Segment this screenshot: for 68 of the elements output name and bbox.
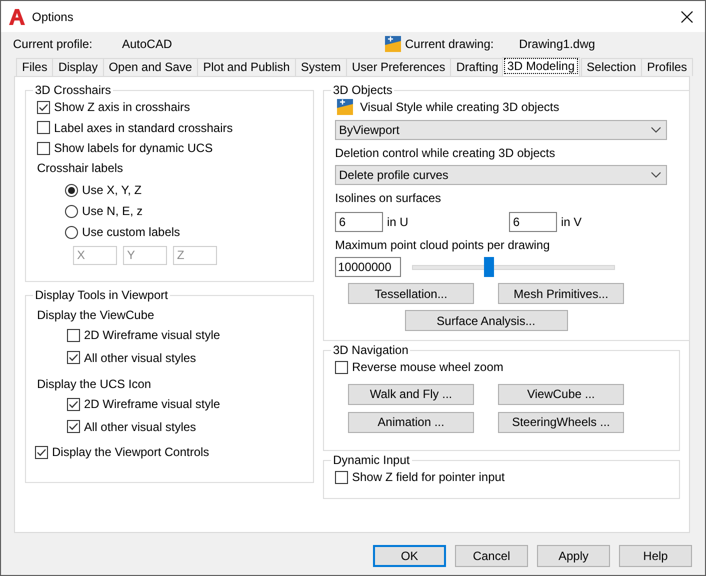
visual-style-icon <box>337 99 353 115</box>
dialog-button[interactable]: Apply <box>537 545 610 567</box>
checkmark-icon <box>68 421 79 432</box>
dropdown[interactable]: Delete profile curves <box>335 165 667 185</box>
section-heading: Crosshair labels <box>37 160 124 176</box>
checkbox[interactable]: All other visual styles <box>67 348 307 368</box>
profile-name: AutoCAD <box>122 37 174 51</box>
app-logo-icon <box>9 8 25 24</box>
checkbox[interactable]: Show Z axis in crosshairs <box>37 97 307 118</box>
chevron-down-icon <box>651 172 661 178</box>
tab[interactable]: Selection <box>580 58 642 76</box>
dialog-button[interactable]: Cancel <box>455 545 528 567</box>
checkmark-icon <box>68 398 79 410</box>
tab[interactable]: Files <box>16 58 54 76</box>
section-heading: Display the ViewCube <box>37 306 156 324</box>
dialog-button[interactable]: Mesh Primitives... <box>498 283 624 304</box>
checkbox[interactable]: Display the Viewport Controls <box>35 442 307 462</box>
input-field[interactable]: 6 <box>509 212 557 232</box>
tab[interactable]: Profiles <box>641 58 694 76</box>
field-label: in U <box>387 215 408 229</box>
checkbox[interactable]: 2D Wireframe visual style <box>67 325 307 346</box>
dialog-button[interactable]: SteeringWheels ... <box>498 412 624 432</box>
field-label: in V <box>561 215 582 229</box>
checkbox[interactable]: All other visual styles <box>67 416 307 437</box>
tab[interactable]: System <box>294 58 347 76</box>
field-label: Visual Style while creating 3D objects <box>360 100 560 114</box>
checkmark-icon <box>68 352 79 364</box>
checkbox[interactable]: Reverse mouse wheel zoom <box>335 357 673 378</box>
radio-button[interactable]: Use custom labels <box>65 222 307 242</box>
slider[interactable] <box>412 257 615 277</box>
dialog-button[interactable]: ViewCube ... <box>498 384 624 404</box>
checkmark-icon <box>36 446 47 458</box>
tab[interactable]: Drafting <box>450 58 504 76</box>
drawing-name: Drawing1.dwg <box>519 37 596 51</box>
profile-label: Current profile: <box>13 37 94 51</box>
section-heading: Display the UCS Icon <box>37 376 152 392</box>
radio-button[interactable]: Use N, E, z <box>65 200 307 222</box>
dialog-button[interactable]: Animation ... <box>348 412 474 432</box>
checkbox[interactable]: Show Z field for pointer input <box>335 467 673 488</box>
checkbox[interactable]: 2D Wireframe visual style <box>67 394 307 414</box>
field-label: Maximum point cloud points per drawing <box>335 238 551 254</box>
drawing-label: Current drawing: <box>405 37 495 51</box>
dialog-button[interactable]: Surface Analysis... <box>404 310 568 331</box>
checkbox[interactable]: Label axes in standard crosshairs <box>37 118 307 138</box>
group-title: 3D Navigation <box>332 343 410 357</box>
tab[interactable]: Display <box>52 58 104 76</box>
field-label: Deletion control while creating 3D objects <box>335 146 556 162</box>
window-title: Options <box>32 10 74 24</box>
checkmark-icon <box>38 102 49 113</box>
group-title: Display Tools in Viewport <box>34 288 169 302</box>
dialog-button[interactable]: OK <box>373 545 446 567</box>
dialog-button[interactable]: Walk and Fly ... <box>348 384 474 404</box>
dialog-button[interactable]: Help <box>619 545 692 567</box>
input-field[interactable]: 6 <box>335 212 383 232</box>
checkbox[interactable]: Show labels for dynamic UCS <box>37 138 307 158</box>
close-icon[interactable] <box>681 10 693 22</box>
group-title: Dynamic Input <box>332 453 411 467</box>
dropdown[interactable]: ByViewport <box>335 120 667 140</box>
input-field[interactable]: 10000000 <box>335 257 401 277</box>
field-label: Isolines on surfaces <box>335 191 442 207</box>
tab[interactable]: Open and Save <box>102 58 198 76</box>
dialog-button[interactable]: Tessellation... <box>348 283 474 304</box>
radio-button[interactable]: Use X, Y, Z <box>65 180 307 200</box>
group-title: 3D Crosshairs <box>34 83 112 97</box>
tab[interactable]: 3D Modeling <box>502 57 580 76</box>
drawing-icon <box>385 36 401 52</box>
group-title: 3D Objects <box>332 83 394 97</box>
chevron-down-icon <box>651 127 661 133</box>
